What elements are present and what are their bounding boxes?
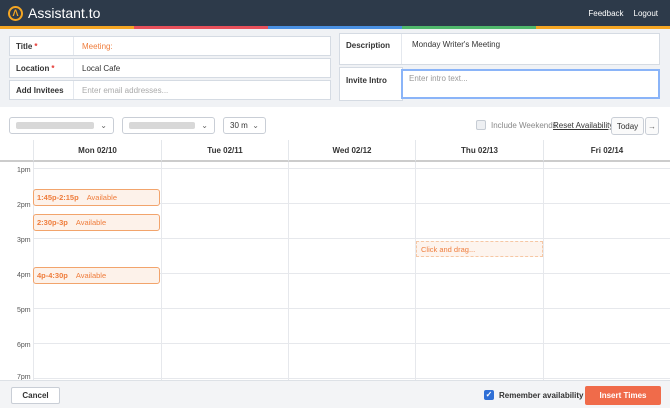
- remember-availability[interactable]: ✓ Remember availability: [484, 390, 583, 400]
- required-mark: *: [34, 41, 38, 51]
- column-divider: [543, 162, 544, 380]
- description-input[interactable]: Monday Writer's Meeting: [402, 34, 500, 64]
- slot-status: Available: [75, 271, 107, 280]
- invitees-field[interactable]: Add Invitees Enter email addresses...: [9, 80, 331, 100]
- description-field[interactable]: Description Monday Writer's Meeting: [339, 33, 660, 65]
- calendar-grid: Mon 02/10 Tue 02/11 Wed 02/12 Thu 02/13 …: [0, 140, 670, 380]
- hour-line: [33, 238, 670, 239]
- logo[interactable]: Λ Assistant.to: [8, 5, 100, 21]
- chevron-down-icon: ⌄: [100, 121, 107, 130]
- insert-times-button[interactable]: Insert Times: [585, 386, 661, 405]
- invitees-input[interactable]: Enter email addresses...: [74, 86, 168, 95]
- today-button[interactable]: Today: [611, 117, 644, 135]
- cancel-button[interactable]: Cancel: [11, 387, 60, 404]
- next-arrow-icon[interactable]: →: [645, 117, 659, 135]
- slot-time: 2:30p-3p: [37, 218, 68, 227]
- time-label: 1pm: [17, 167, 31, 174]
- column-divider: [415, 162, 416, 380]
- intro-label: Invite Intro: [346, 76, 387, 85]
- hour-line: [33, 308, 670, 309]
- blurred-value: [16, 122, 94, 129]
- title-label: Title: [16, 41, 33, 51]
- time-label: 4pm: [17, 272, 31, 279]
- logout-link[interactable]: Logout: [634, 9, 658, 18]
- location-input[interactable]: Local Cafe: [74, 64, 120, 73]
- time-label: 5pm: [17, 307, 31, 314]
- weekends-checkbox[interactable]: [476, 120, 486, 130]
- location-field[interactable]: Location * Local Cafe: [9, 58, 331, 78]
- remember-label: Remember availability: [499, 390, 584, 400]
- title-field[interactable]: Title * Meeting:: [9, 36, 331, 56]
- availability-slot[interactable]: 2:30p-3p Available: [33, 214, 160, 231]
- slot-status: Available: [75, 218, 107, 227]
- weekends-label: Include Weekends: [491, 120, 557, 130]
- footer-bar: Cancel ✓ Remember availability Insert Ti…: [0, 380, 670, 408]
- chevron-down-icon: ⌄: [252, 121, 259, 130]
- availability-slot[interactable]: 1:45p-2:15p Available: [33, 189, 160, 206]
- gutter-header: [0, 140, 33, 162]
- day-header-mon: Mon 02/10: [33, 140, 161, 162]
- duration-value: 30 m: [230, 121, 248, 130]
- day-header-thu: Thu 02/13: [415, 140, 543, 162]
- hour-line: [33, 343, 670, 344]
- slot-time: 1:45p-2:15p: [37, 193, 79, 202]
- title-input[interactable]: Meeting:: [74, 42, 113, 51]
- duration-select[interactable]: 30 m ⌄: [223, 117, 266, 134]
- required-mark: *: [51, 63, 55, 73]
- logo-icon: Λ: [8, 5, 23, 21]
- include-weekends[interactable]: Include Weekends: [476, 120, 557, 130]
- calendar-toolbar: ⌄ ⌄ 30 m ⌄ Include Weekends Reset Availa…: [0, 107, 670, 140]
- app-header: Λ Assistant.to Feedback Logout: [0, 0, 670, 26]
- calendar-select[interactable]: ⌄: [9, 117, 114, 134]
- intro-field: Invite Intro: [339, 67, 403, 101]
- column-divider: [288, 162, 289, 380]
- reset-availability-link[interactable]: Reset Availability: [553, 121, 613, 130]
- day-header-tue: Tue 02/11: [161, 140, 288, 162]
- day-header-wed: Wed 02/12: [288, 140, 415, 162]
- hour-line: [33, 168, 670, 169]
- checkmark-icon[interactable]: ✓: [484, 390, 494, 400]
- app-name: Assistant.to: [28, 5, 101, 21]
- intro-input[interactable]: Enter intro text...: [401, 69, 660, 99]
- time-label: 2pm: [17, 202, 31, 209]
- slot-time: 4p-4:30p: [37, 271, 68, 280]
- availability-slot[interactable]: 4p-4:30p Available: [33, 267, 160, 284]
- location-label: Location: [16, 63, 50, 73]
- hour-line: [33, 378, 670, 379]
- invitees-label: Add Invitees: [10, 81, 74, 99]
- column-divider: [161, 162, 162, 380]
- drag-placeholder[interactable]: Click and drag...: [416, 241, 543, 257]
- slot-status: Available: [86, 193, 117, 202]
- day-header-fri: Fri 02/14: [543, 140, 670, 162]
- description-label: Description: [340, 34, 402, 64]
- chevron-down-icon: ⌄: [201, 121, 208, 130]
- time-label: 6pm: [17, 342, 31, 349]
- feedback-link[interactable]: Feedback: [588, 9, 623, 18]
- blurred-value: [129, 122, 195, 129]
- time-label: 3pm: [17, 237, 31, 244]
- timezone-select[interactable]: ⌄: [122, 117, 215, 134]
